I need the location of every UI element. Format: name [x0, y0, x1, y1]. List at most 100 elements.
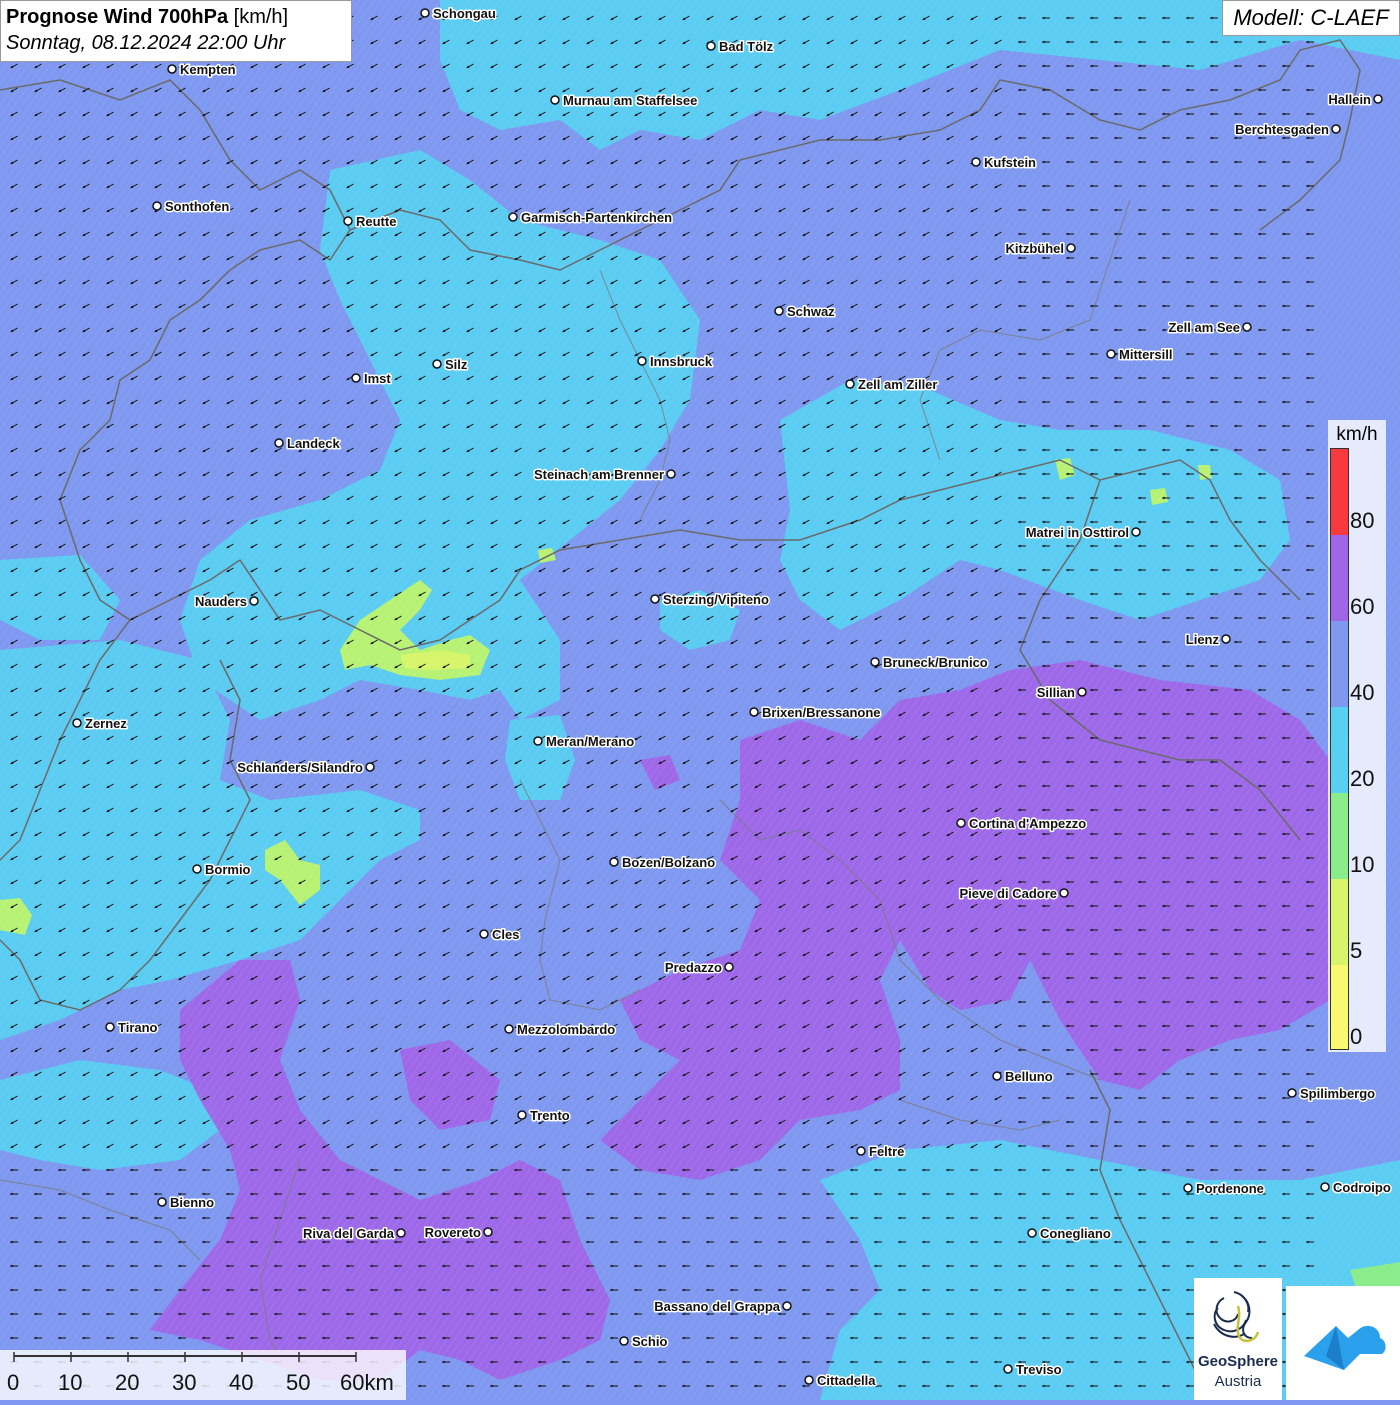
- city-label: Silz: [445, 357, 468, 372]
- city-dot: [1066, 243, 1076, 253]
- city-dot: [167, 64, 177, 74]
- city-label: Treviso: [1016, 1362, 1062, 1377]
- legend-tick-60: 60: [1350, 594, 1375, 619]
- city-dot: [351, 373, 361, 383]
- city-dot: [1331, 124, 1341, 134]
- city-label: Landeck: [287, 436, 341, 451]
- scale-label-50: 50: [286, 1370, 311, 1395]
- city-matrei-in-osttirol: Matrei in Osttirol: [1024, 524, 1141, 542]
- city-riva-del-garda: Riva del Garda: [301, 1225, 406, 1243]
- legend-tick-80: 80: [1350, 508, 1375, 533]
- app-logo[interactable]: [1286, 1286, 1400, 1400]
- city-dot: [609, 857, 619, 867]
- city-label: Bassano del Grappa: [654, 1299, 780, 1314]
- legend-seg-0: [1331, 965, 1348, 1049]
- cloud-arrow-icon: [1304, 1325, 1386, 1370]
- city-label: Pieve di Cadore: [959, 886, 1057, 901]
- city-cortina-d-ampezzo: Cortina d'Ampezzo: [956, 815, 1088, 833]
- city-garmisch-partenkirchen: Garmisch-Partenkirchen: [508, 209, 674, 227]
- city-label: Kitzbühel: [1006, 241, 1065, 256]
- city-dot: [650, 594, 660, 604]
- city-label: Codroipo: [1333, 1180, 1391, 1195]
- city-label: Matrei in Osttirol: [1026, 525, 1129, 540]
- city-dot: [483, 1227, 493, 1237]
- city-dot: [706, 41, 716, 51]
- city-dot: [749, 707, 759, 717]
- city-dot: [971, 157, 981, 167]
- city-sonthofen: Sonthofen: [152, 198, 231, 216]
- city-schlanders-silandro: Schlanders/Silandro: [236, 759, 375, 777]
- city-spilimbergo: Spilimbergo: [1287, 1085, 1377, 1103]
- city-dot: [956, 818, 966, 828]
- city-label: Pordenone: [1196, 1181, 1264, 1196]
- city-dot: [504, 1024, 514, 1034]
- city-label: Sonthofen: [165, 199, 229, 214]
- legend-seg-60: [1331, 535, 1348, 621]
- city-pieve-di-cadore: Pieve di Cadore: [958, 885, 1069, 903]
- city-dot: [1287, 1088, 1297, 1098]
- city-berchtesgaden: Berchtesgaden: [1234, 121, 1341, 139]
- city-label: Berchtesgaden: [1235, 122, 1329, 137]
- city-label: Sterzing/Vipiteno: [663, 592, 769, 607]
- city-label: Trento: [530, 1108, 570, 1123]
- city-label: Kempten: [180, 62, 236, 77]
- scale-label-20: 20: [115, 1370, 140, 1395]
- city-label: Hallein: [1328, 92, 1371, 107]
- city-dot: [619, 1336, 629, 1346]
- city-dot: [508, 212, 518, 222]
- city-label: Imst: [364, 371, 391, 386]
- city-zell-am-see: Zell am See: [1167, 319, 1252, 337]
- city-dot: [105, 1022, 115, 1032]
- city-dot: [396, 1228, 406, 1238]
- city-mezzolombardo: Mezzolombardo: [504, 1021, 617, 1039]
- city-schongau: Schongau: [420, 5, 497, 23]
- legend-seg-5: [1331, 879, 1348, 965]
- legend-seg-80: [1331, 449, 1348, 535]
- city-dot: [782, 1301, 792, 1311]
- city-dot: [533, 736, 543, 746]
- city-dot: [72, 718, 82, 728]
- city-dot: [192, 864, 202, 874]
- legend-unit: km/h: [1336, 424, 1378, 445]
- city-label: Bormio: [205, 862, 251, 877]
- city-label: Bruneck/Brunico: [883, 655, 988, 670]
- city-zell-am-ziller: Zell am Ziller: [845, 376, 939, 394]
- city-dot: [365, 762, 375, 772]
- city-label: Nauders: [195, 594, 247, 609]
- city-label: Murnau am Staffelsee: [563, 93, 697, 108]
- legend-color-bar: [1330, 448, 1349, 1050]
- city-dot: [1183, 1183, 1193, 1193]
- city-dot: [856, 1146, 866, 1156]
- city-label: Schio: [632, 1334, 667, 1349]
- legend-tick-0: 0: [1350, 1024, 1363, 1049]
- city-label: Schlanders/Silandro: [237, 760, 363, 775]
- city-dot: [1373, 94, 1383, 104]
- city-dot: [517, 1110, 527, 1120]
- city-dot: [157, 1197, 167, 1207]
- city-label: Steinach am Brenner: [534, 467, 664, 482]
- city-label: Cittadella: [817, 1373, 876, 1388]
- city-dot: [1221, 634, 1231, 644]
- wind-map[interactable]: Schongau Bad Tölz Kempten Murnau am Staffel…: [0, 0, 1400, 1400]
- scale-label-60km: 60km: [340, 1370, 394, 1395]
- city-label: Bad Tölz: [719, 39, 774, 54]
- city-label: Kufstein: [984, 155, 1036, 170]
- legend-tick-10: 10: [1350, 852, 1375, 877]
- city-label: Innsbruck: [650, 354, 713, 369]
- city-dot: [420, 8, 430, 18]
- legend-tick-40: 40: [1350, 680, 1375, 705]
- city-dot: [1320, 1182, 1330, 1192]
- city-dot: [870, 657, 880, 667]
- map-title-box: Prognose Wind 700hPa [km/h] Sonntag, 08.…: [0, 0, 352, 62]
- city-dot: [637, 356, 647, 366]
- city-dot: [274, 438, 284, 448]
- city-label: Meran/Merano: [546, 734, 634, 749]
- city-label: Reutte: [356, 214, 396, 229]
- city-bruneck-brunico: Bruneck/Brunico: [870, 654, 989, 672]
- geosphere-emblem-icon: [1213, 1291, 1260, 1343]
- city-label: Schongau: [433, 6, 496, 21]
- city-dot: [550, 95, 560, 105]
- city-dot: [845, 379, 855, 389]
- geosphere-logo[interactable]: GeoSphere Austria: [1194, 1278, 1282, 1400]
- city-label: Riva del Garda: [303, 1226, 395, 1241]
